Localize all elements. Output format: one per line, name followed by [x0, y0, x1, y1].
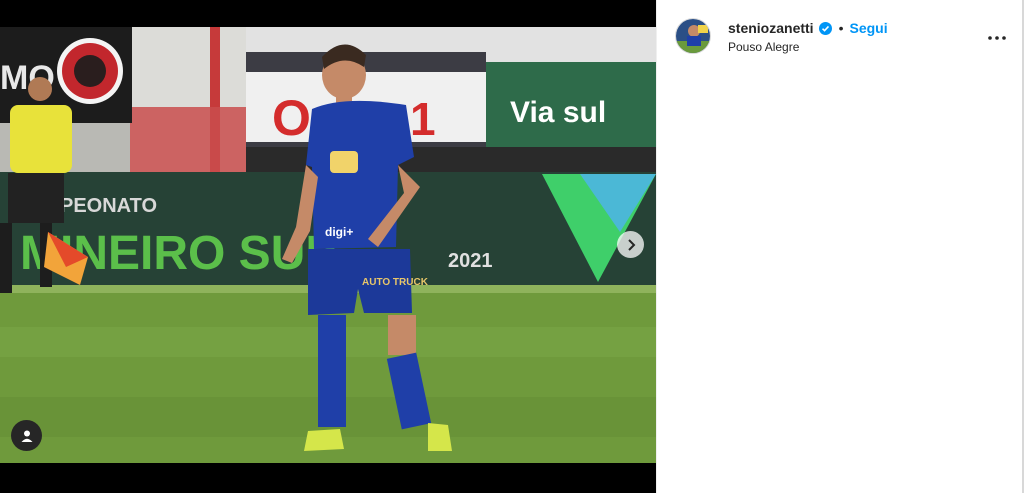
avatar[interactable] — [675, 18, 711, 54]
more-options-icon — [988, 36, 1006, 40]
user-tag-icon — [21, 430, 32, 442]
football-player-photo: MO O 1 Via sul PEONATO MINEIRO SUB 2021 — [0, 27, 656, 463]
sponsor-text: Via sul — [510, 96, 606, 129]
more-options-button[interactable] — [983, 26, 1011, 50]
separator-dot: • — [838, 20, 844, 36]
location-link[interactable]: Pouso Alegre — [728, 40, 799, 54]
jersey-sponsor: digi+ — [325, 225, 353, 239]
next-photo-button[interactable] — [617, 231, 644, 258]
tagged-users-button[interactable] — [11, 420, 42, 451]
username-link[interactable]: steniozanetti — [728, 20, 814, 36]
verified-badge-icon — [818, 21, 832, 35]
post-media-pane: MO O 1 Via sul PEONATO MINEIRO SUB 2021 — [0, 0, 656, 493]
svg-text:O: O — [272, 90, 311, 146]
follow-button[interactable]: Segui — [849, 20, 887, 36]
post-header: steniozanetti • Segui Pouso Alegre — [657, 0, 1024, 74]
banner-text-1: PEONATO — [60, 195, 157, 217]
username-row: steniozanetti • Segui — [728, 19, 888, 37]
post-sidebar: steniozanetti • Segui Pouso Alegre — [656, 0, 1024, 493]
shorts-sponsor: AUTO TRUCK — [362, 277, 429, 288]
post-photo[interactable]: MO O 1 Via sul PEONATO MINEIRO SUB 2021 — [0, 27, 656, 463]
banner-year: 2021 — [448, 250, 493, 272]
avatar-image — [676, 19, 710, 53]
svg-text:1: 1 — [410, 93, 436, 145]
chevron-right-icon — [627, 238, 635, 251]
